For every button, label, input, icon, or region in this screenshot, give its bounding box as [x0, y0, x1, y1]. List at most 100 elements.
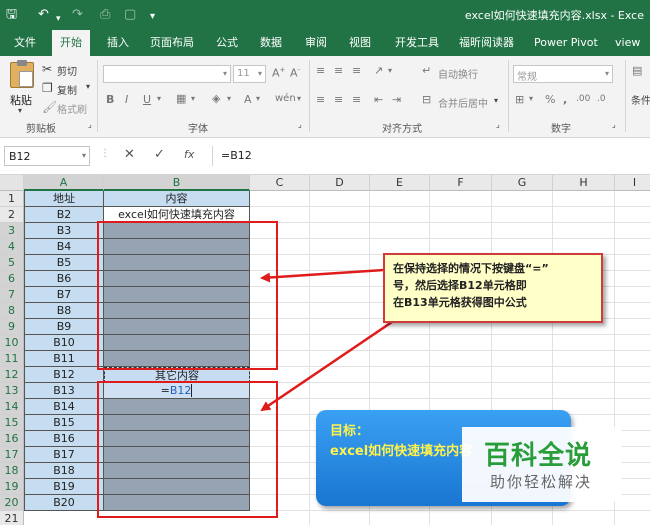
grid-cell[interactable]: [310, 319, 370, 335]
grid-cell[interactable]: [553, 207, 615, 223]
save-icon[interactable]: 🖫: [6, 6, 17, 24]
column-header-e[interactable]: E: [370, 175, 430, 191]
address-cell[interactable]: B3: [24, 223, 104, 239]
comma-style-icon[interactable]: ,: [563, 93, 567, 106]
grid-cell[interactable]: [310, 191, 370, 207]
row-header[interactable]: 7: [0, 287, 24, 303]
address-cell[interactable]: B7: [24, 287, 104, 303]
grid-cell[interactable]: [615, 223, 650, 239]
customize-toolbar-icon[interactable]: ▾: [150, 8, 155, 26]
column-header-g[interactable]: G: [492, 175, 553, 191]
copy-dropdown-icon[interactable]: ▾: [86, 82, 90, 91]
row-header[interactable]: 16: [0, 431, 24, 447]
grid-cell[interactable]: [430, 367, 492, 383]
row-header[interactable]: 6: [0, 271, 24, 287]
orientation-dropdown-icon[interactable]: ▾: [388, 66, 392, 75]
column-header-d[interactable]: D: [310, 175, 370, 191]
percent-icon[interactable]: %: [545, 93, 555, 106]
borders-dropdown-icon[interactable]: ▾: [191, 94, 195, 103]
grid-cell[interactable]: [430, 335, 492, 351]
grid-cell[interactable]: [430, 351, 492, 367]
address-cell[interactable]: B9: [24, 319, 104, 335]
font-size-combo[interactable]: 11 ▾: [233, 65, 266, 83]
formula-input[interactable]: =B12: [212, 146, 646, 166]
grid-cell[interactable]: [310, 223, 370, 239]
font-size-dropdown-icon[interactable]: ▾: [258, 69, 262, 78]
touch-mode-icon[interactable]: ▢: [124, 6, 136, 24]
column-header-f[interactable]: F: [430, 175, 492, 191]
grid-cell[interactable]: [615, 319, 650, 335]
decrease-font-icon[interactable]: A-: [290, 66, 300, 80]
grid-cell[interactable]: [430, 191, 492, 207]
row-header[interactable]: 14: [0, 399, 24, 415]
wrap-text-button[interactable]: 自动换行: [438, 66, 478, 81]
phonetic-icon[interactable]: wén: [275, 93, 296, 104]
conditional-format-icon[interactable]: ▤: [632, 64, 642, 77]
increase-indent-icon[interactable]: ⇥: [392, 93, 401, 106]
grid-cell[interactable]: [553, 351, 615, 367]
address-cell[interactable]: B14: [24, 399, 104, 415]
address-cell[interactable]: B6: [24, 271, 104, 287]
address-cell[interactable]: B4: [24, 239, 104, 255]
grid-cell[interactable]: [492, 383, 553, 399]
row-header[interactable]: 12: [0, 367, 24, 383]
grid-cell[interactable]: [370, 191, 430, 207]
decrease-decimal-icon[interactable]: .0: [597, 94, 606, 104]
number-launcher-icon[interactable]: ⌟: [612, 120, 616, 129]
cut-icon[interactable]: ✂: [42, 62, 52, 76]
address-cell[interactable]: B2: [24, 207, 104, 223]
row-header[interactable]: 15: [0, 415, 24, 431]
grid-cell[interactable]: [310, 255, 370, 271]
grid-cell[interactable]: [615, 367, 650, 383]
grid-cell[interactable]: [615, 335, 650, 351]
merge-dropdown-icon[interactable]: ▾: [494, 96, 498, 105]
column-header-c[interactable]: C: [250, 175, 310, 191]
row-header[interactable]: 11: [0, 351, 24, 367]
copy-icon[interactable]: ❐: [42, 81, 53, 95]
align-middle-icon[interactable]: ≡: [334, 64, 343, 77]
underline-icon[interactable]: U: [143, 93, 151, 106]
row-header[interactable]: 10: [0, 335, 24, 351]
tab-foxit-reader[interactable]: 福昕阅读器: [459, 30, 514, 56]
grid-cell[interactable]: [492, 207, 553, 223]
address-cell[interactable]: B13: [24, 383, 104, 399]
grid-cell[interactable]: [492, 223, 553, 239]
grid-cell[interactable]: [430, 511, 492, 525]
copy-button[interactable]: 复制: [57, 82, 77, 97]
font-color-icon[interactable]: A: [244, 93, 252, 106]
name-box[interactable]: B12 ▾: [4, 146, 90, 166]
alignment-launcher-icon[interactable]: ⌟: [496, 120, 500, 129]
grid-cell[interactable]: [492, 367, 553, 383]
merge-center-icon[interactable]: ⊟: [422, 93, 431, 106]
confirm-entry-icon[interactable]: ✓: [154, 147, 165, 162]
grid-cell[interactable]: [615, 287, 650, 303]
redo-icon[interactable]: ↷: [72, 6, 83, 24]
grid-cell[interactable]: [553, 223, 615, 239]
format-painter-icon[interactable]: 🖌: [42, 100, 57, 114]
grid-cell[interactable]: [492, 191, 553, 207]
row-header[interactable]: 3: [0, 223, 24, 239]
address-cell[interactable]: B5: [24, 255, 104, 271]
tab-view-addin[interactable]: view: [615, 30, 640, 56]
select-all-corner[interactable]: [0, 175, 24, 191]
address-cell[interactable]: 地址: [24, 191, 104, 207]
insert-function-icon[interactable]: fx: [184, 148, 194, 161]
grid-cell[interactable]: [310, 271, 370, 287]
row-header[interactable]: 5: [0, 255, 24, 271]
address-cell[interactable]: B15: [24, 415, 104, 431]
clipboard-launcher-icon[interactable]: ⌟: [88, 120, 92, 129]
address-cell[interactable]: B20: [24, 495, 104, 511]
align-bottom-icon[interactable]: ≡: [352, 64, 361, 77]
column-header-b[interactable]: B: [104, 175, 250, 191]
column-header-a[interactable]: A: [24, 175, 104, 191]
increase-decimal-icon[interactable]: .00: [576, 94, 590, 104]
grid-cell[interactable]: [553, 191, 615, 207]
number-format-dropdown-icon[interactable]: ▾: [605, 69, 609, 78]
grid-cell[interactable]: [310, 511, 370, 525]
grid-cell[interactable]: [250, 191, 310, 207]
tab-insert[interactable]: 插入: [107, 30, 129, 56]
grid-cell[interactable]: [615, 303, 650, 319]
tab-power-pivot[interactable]: Power Pivot: [534, 30, 598, 56]
paste-dropdown-icon[interactable]: ▾: [18, 106, 22, 115]
tab-developer[interactable]: 开发工具: [395, 30, 439, 56]
